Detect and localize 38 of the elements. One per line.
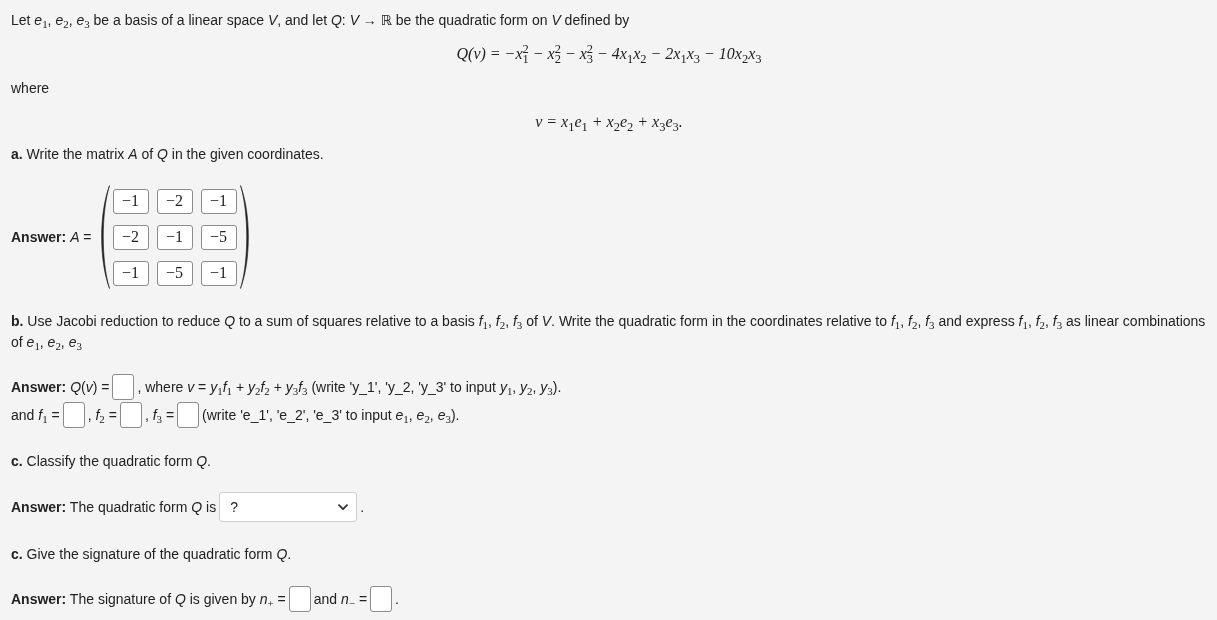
question-text: c. Classify the quadratic form Q. xyxy=(11,452,212,471)
matrix-entry-field[interactable]: −1 xyxy=(200,188,237,214)
question-text: a. Write the matrix A of Q in the given coordinates. xyxy=(11,145,325,164)
matrix-entry-field[interactable]: −2 xyxy=(156,188,193,214)
answer-text: Answer: The signature of Q is given by n$_{+}$ = xyxy=(11,591,286,607)
answer-field[interactable] xyxy=(119,402,142,428)
question-text: b. Use Jacobi reduction to reduce Q to a sum of squares relative to a basis f$_{1}$, f$_{2}$, f$_{3}$ of V. Write the quadratic form in the coordinates relative to f$_{1}$, f$_{2}$, f$_{3}$ and express f$_{1}$, f$_{2}$, f$_{3}$ as linear combinations of e$_{1}$, e$_{2}$, e$_{3}$ xyxy=(11,312,1207,353)
formula: Q(v) = −x$_{1}$$^{2}$ − x$_{2}$$^{2}$ − x$_{3}$$^{2}$ − 4x$_{1}$x$_{2}$ − 2x$_{1}$x$_{3}$ − 10x$_{2}$x$_{3}$ xyxy=(455,44,763,64)
formula: v = x$_{1}$e$_{1}$ + x$_{2}$e$_{2}$ + x$_{3}$e$_{3}$. xyxy=(534,112,684,132)
matrix-entry-field[interactable]: −5 xyxy=(200,224,237,250)
answer-text: , f$_{3}$ = xyxy=(144,407,175,423)
answer-text: Answer: The quadratic form Q is xyxy=(11,499,217,515)
chevron-down-icon xyxy=(338,503,349,511)
matrix-entry-field[interactable]: −1 xyxy=(112,260,149,286)
answer-field[interactable] xyxy=(288,586,311,612)
question-text: c. Give the signature of the quadratic form Q. xyxy=(11,545,293,564)
answer-text: . xyxy=(395,591,399,607)
answer-text: (write 'e_1', 'e_2', 'e_3' to input e$_{1}$, e$_{2}$, e$_{3}$). xyxy=(202,407,460,423)
problem-text: where xyxy=(11,79,51,98)
dropdown[interactable]: ? xyxy=(219,492,358,522)
answer-field[interactable] xyxy=(62,402,85,428)
matrix-entry-field[interactable]: −1 xyxy=(200,260,237,286)
answer-text: Answer: Q(v) = xyxy=(11,379,110,395)
matrix-entry-field[interactable]: −2 xyxy=(112,224,149,250)
matrix-entry-field[interactable]: −1 xyxy=(112,188,149,214)
answer-field[interactable] xyxy=(177,402,200,428)
answer-text: , where v = y$_{1}$f$_{1}$ + y$_{2}$f$_{2}$ + y$_{3}$f$_{3}$ (write 'y_1', 'y_2, 'y_3' to input y$_{1}$, y$_{2}$, y$_{3}$). xyxy=(137,379,562,395)
matrix-entry-field[interactable]: −1 xyxy=(156,224,193,250)
answer-text: and n$_{−}$ = xyxy=(313,591,368,607)
right-parenthesis-icon xyxy=(239,185,252,289)
answer-field[interactable] xyxy=(370,586,393,612)
answer-text: , f$_{2}$ = xyxy=(87,407,117,423)
answer-text: . xyxy=(360,499,365,515)
answer-text: and f$_{1}$ = xyxy=(11,407,60,423)
answer-text: Answer: A = xyxy=(11,229,92,245)
problem-text: Let e$_{1}$, e$_{2}$, e$_{3}$ be a basis of a linear space V, and let Q: V → ℝ be the quadratic form on V defined by xyxy=(11,11,631,30)
answer-field[interactable] xyxy=(112,374,135,400)
matrix-entry-field[interactable]: −5 xyxy=(156,260,193,286)
